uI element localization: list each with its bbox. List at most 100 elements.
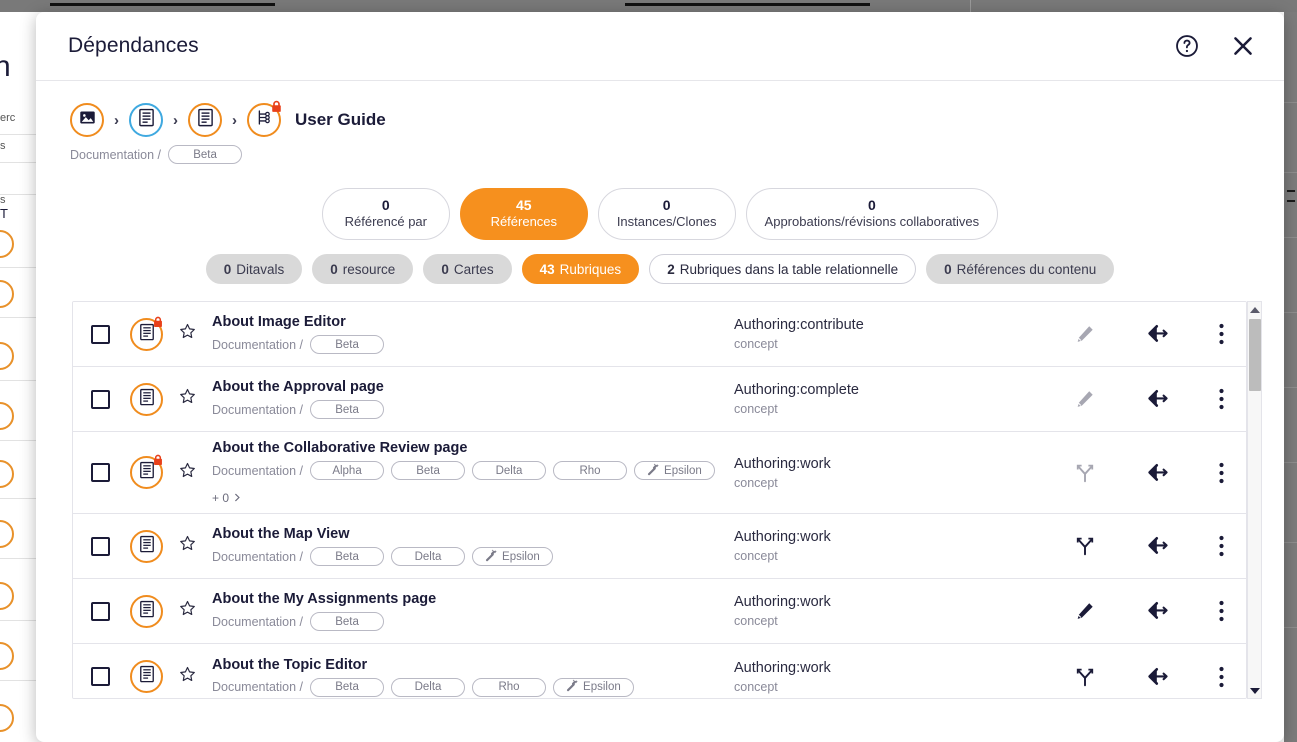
row-checkbox[interactable] (91, 463, 110, 482)
tag-label: Beta (335, 550, 359, 563)
row-content: About the Topic Editor Documentation / Bet… (212, 657, 734, 697)
filter-chip-0[interactable]: 0 Ditavals (205, 254, 303, 284)
background-text: T (0, 206, 8, 221)
row-more-menu-icon[interactable] (1219, 323, 1224, 345)
row-document-icon[interactable] (130, 382, 163, 416)
filter-chip-count: 0 (330, 261, 338, 277)
table-row: About the My Assignments page Documentati… (73, 579, 1246, 644)
breadcrumb-subpath-text: Documentation / (70, 147, 162, 162)
row-status-value: Authoring:work (734, 455, 831, 472)
row-path-prefix: Documentation / (212, 614, 304, 629)
tag-chip[interactable]: Epsilon (553, 677, 634, 697)
scroll-up-button[interactable] (1247, 302, 1262, 317)
breadcrumb: › › › User Guide Documentation / Beta (36, 81, 1284, 164)
tag-label: Epsilon (502, 550, 540, 563)
go-to-reference-icon[interactable] (1145, 386, 1171, 412)
favorite-star-icon[interactable] (179, 323, 196, 345)
scrollbar-track[interactable] (1248, 317, 1261, 683)
favorite-star-icon[interactable] (179, 666, 196, 688)
scrollbar-thumb[interactable] (1249, 319, 1261, 391)
filter-chip-4[interactable]: 2 Rubriques dans la table relationnelle (649, 254, 917, 284)
row-title: About the Collaborative Review page (212, 440, 468, 456)
row-content: About Image Editor Documentation / Beta (212, 314, 734, 354)
row-checkbox[interactable] (91, 389, 110, 409)
row-document-icon[interactable] (130, 316, 163, 351)
breadcrumb-tag[interactable]: Beta (168, 145, 243, 164)
filter-chip-5[interactable]: 0 Références du contenu (926, 254, 1115, 284)
stat-card-0[interactable]: 0 Référencé par (321, 188, 450, 240)
tag-chip[interactable]: Delta (391, 677, 466, 697)
tag-label: Beta (335, 338, 359, 351)
tag-chip[interactable]: Beta (391, 461, 466, 480)
row-more-menu-icon[interactable] (1219, 666, 1224, 688)
tag-chip[interactable]: Beta (310, 612, 385, 631)
row-document-icon[interactable] (130, 453, 165, 489)
breadcrumb-item-map[interactable] (247, 100, 281, 137)
row-path-prefix: Documentation / (212, 463, 304, 478)
stat-card-2[interactable]: 0 Instances/Clones (597, 188, 736, 240)
breadcrumb-item-document-2[interactable] (188, 103, 222, 137)
tag-label: Beta (193, 148, 217, 161)
tag-label: Beta (335, 615, 359, 628)
tag-chip[interactable]: Beta (310, 400, 385, 419)
favorite-star-icon[interactable] (179, 535, 196, 557)
tag-chip[interactable]: Beta (310, 547, 385, 566)
close-button[interactable] (1228, 31, 1258, 61)
edit-pencil-icon[interactable] (1074, 600, 1096, 622)
row-document-icon[interactable] (130, 660, 163, 693)
help-button[interactable] (1172, 31, 1202, 61)
stat-card-3[interactable]: 0 Approbations/révisions collaboratives (745, 188, 999, 240)
row-more-menu-icon[interactable] (1219, 600, 1224, 622)
magic-wand-icon (485, 549, 498, 565)
row-more-menu-icon[interactable] (1219, 535, 1224, 557)
tag-chip[interactable]: Epsilon (634, 461, 715, 480)
tag-chip[interactable]: Beta (310, 677, 385, 697)
row-title: About the My Assignments page (212, 591, 437, 607)
row-document-icon[interactable] (130, 594, 163, 628)
row-document-icon[interactable] (130, 529, 163, 563)
tag-chip[interactable]: Epsilon (472, 547, 553, 566)
row-checkbox[interactable] (91, 601, 110, 621)
row-status: Authoring:work concept (734, 594, 1074, 628)
breadcrumb-item-document-1[interactable] (129, 103, 163, 137)
breadcrumb-item-image[interactable] (70, 103, 104, 137)
filter-chip-1[interactable]: 0 resource (312, 254, 414, 284)
go-to-reference-icon[interactable] (1145, 533, 1171, 559)
favorite-star-icon[interactable] (179, 600, 196, 622)
help-circle-icon (1174, 33, 1200, 59)
tag-chip[interactable]: Alpha (310, 461, 385, 480)
go-to-reference-icon[interactable] (1145, 321, 1171, 347)
more-tags-toggle[interactable]: + 0 (212, 491, 734, 505)
edit-pencil-icon[interactable] (1074, 323, 1096, 345)
favorite-star-icon[interactable] (179, 462, 196, 484)
row-checkbox[interactable] (91, 667, 110, 686)
stat-count: 0 (381, 196, 390, 213)
filter-chip-3[interactable]: 43 Rubriques (521, 254, 640, 284)
stat-card-1[interactable]: 45 Références (459, 188, 588, 240)
row-checkbox[interactable] (91, 536, 110, 556)
tag-chip[interactable]: Beta (310, 335, 385, 354)
edit-pencil-icon[interactable] (1074, 388, 1096, 410)
tag-label: Delta (414, 681, 442, 693)
lock-icon (152, 453, 165, 466)
tag-chip[interactable]: Delta (391, 547, 466, 566)
branch-icon[interactable] (1074, 666, 1096, 688)
tag-chip[interactable]: Rho (472, 677, 547, 697)
scroll-down-button[interactable] (1247, 683, 1262, 698)
table-row: About the Map View Documentation / Beta Del… (73, 514, 1246, 579)
table-scrollbar[interactable] (1247, 301, 1262, 699)
filter-chip-2[interactable]: 0 Cartes (423, 254, 512, 284)
tag-chip[interactable]: Rho (553, 461, 628, 480)
go-to-reference-icon[interactable] (1145, 460, 1171, 486)
favorite-star-icon[interactable] (179, 388, 196, 410)
go-to-reference-icon[interactable] (1145, 664, 1171, 690)
branch-icon[interactable] (1074, 535, 1096, 557)
row-more-menu-icon[interactable] (1219, 388, 1224, 410)
row-checkbox[interactable] (91, 324, 110, 344)
table-row: About the Topic Editor Documentation / Bet… (73, 644, 1246, 698)
row-more-menu-icon[interactable] (1219, 462, 1224, 484)
go-to-reference-icon[interactable] (1145, 598, 1171, 624)
branch-icon[interactable] (1074, 462, 1096, 484)
tag-chip[interactable]: Delta (472, 461, 547, 480)
stat-count: 45 (516, 196, 532, 213)
